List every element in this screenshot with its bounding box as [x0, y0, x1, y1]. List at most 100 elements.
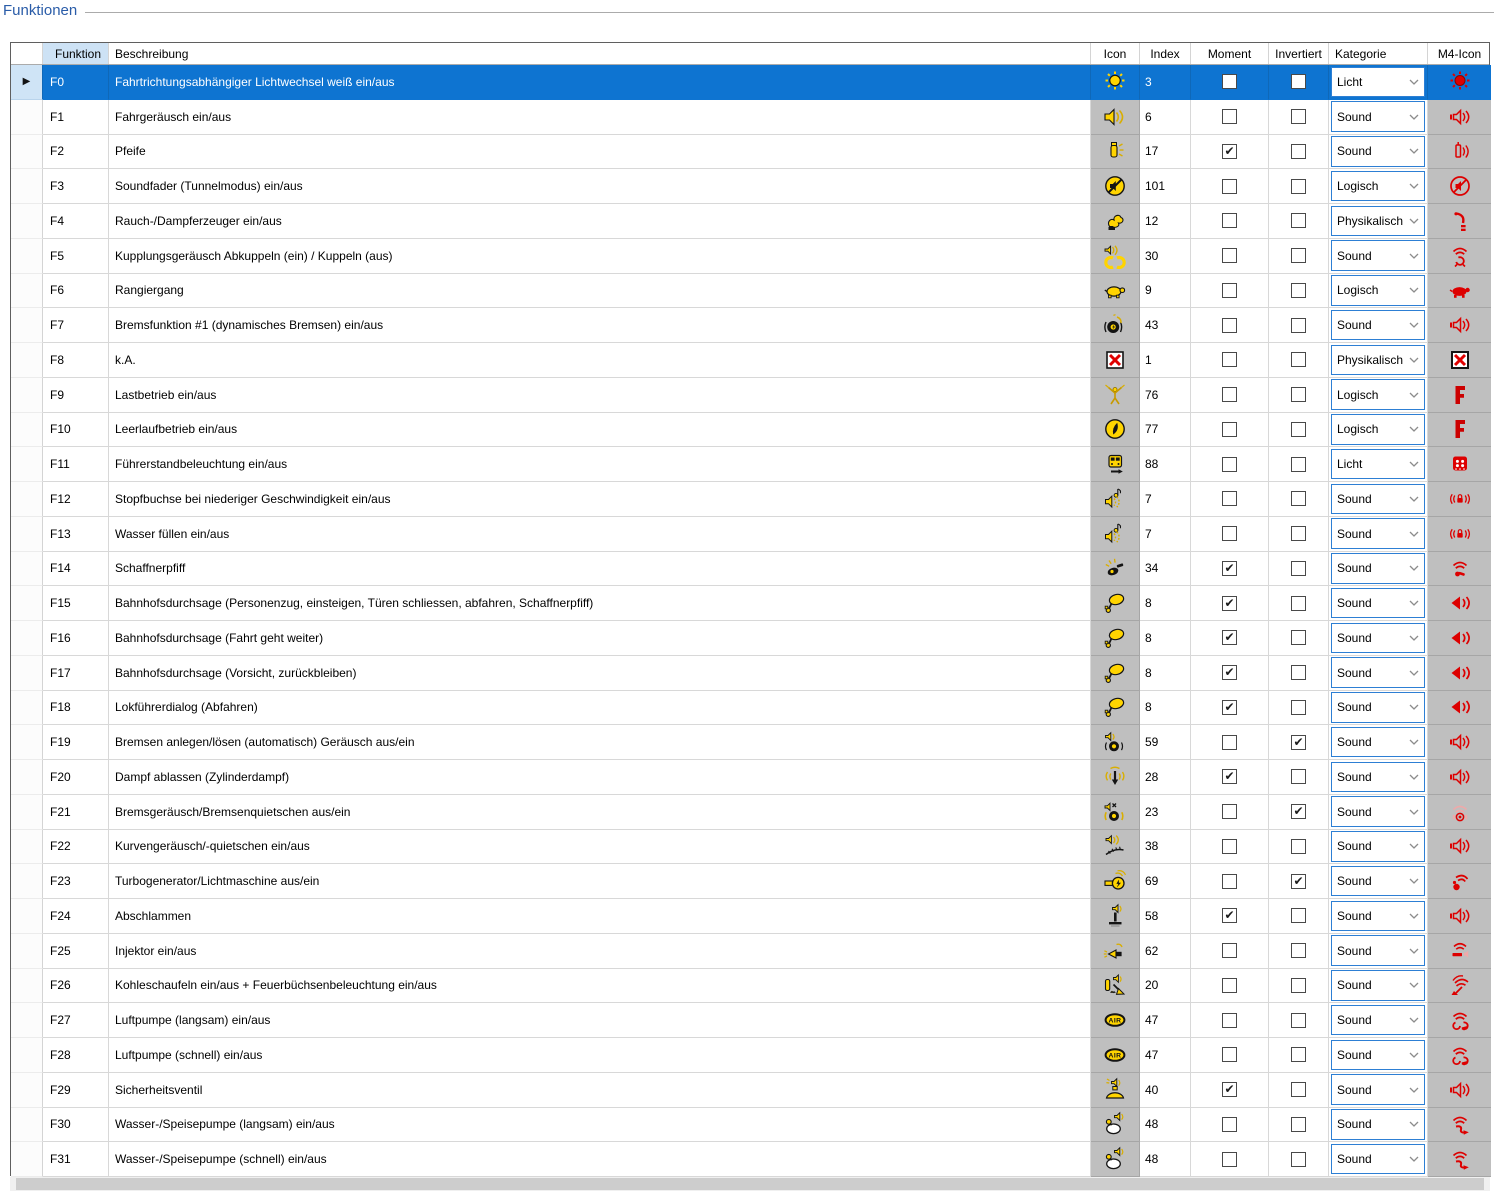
- funktion-cell[interactable]: F9: [43, 377, 109, 413]
- icon-cell[interactable]: [1091, 794, 1140, 830]
- column-header-m4-icon[interactable]: M4-Icon: [1428, 43, 1491, 64]
- kategorie-dropdown[interactable]: Logisch: [1331, 170, 1425, 202]
- row-selector[interactable]: [11, 1142, 43, 1177]
- kategorie-dropdown[interactable]: Sound: [1331, 935, 1425, 966]
- invertiert-checkbox[interactable]: [1291, 1012, 1306, 1028]
- row-selector[interactable]: [11, 482, 43, 517]
- m4-icon-cell[interactable]: [1428, 412, 1491, 448]
- icon-cell[interactable]: [1091, 343, 1140, 378]
- m4-icon-cell[interactable]: [1428, 899, 1491, 934]
- table-row[interactable]: F22 Kurvengeräusch/-quietschen ein/aus 3…: [11, 829, 1491, 865]
- moment-checkbox[interactable]: [1222, 248, 1237, 264]
- beschreibung-cell[interactable]: Rangiergang: [109, 273, 1091, 309]
- funktion-cell[interactable]: F0: [43, 65, 109, 100]
- index-cell[interactable]: 17: [1140, 134, 1191, 170]
- index-cell[interactable]: 62: [1140, 933, 1191, 969]
- row-selector[interactable]: [11, 586, 43, 621]
- index-cell[interactable]: 40: [1140, 1072, 1191, 1108]
- invertiert-checkbox[interactable]: [1291, 1151, 1306, 1167]
- row-selector[interactable]: [11, 169, 43, 204]
- funktion-cell[interactable]: F11: [43, 447, 109, 482]
- moment-checkbox[interactable]: [1222, 1116, 1237, 1132]
- funktion-cell[interactable]: F13: [43, 516, 109, 552]
- row-selector[interactable]: [11, 134, 43, 170]
- moment-checkbox[interactable]: [1222, 213, 1237, 229]
- corner-header-cell[interactable]: [11, 43, 43, 64]
- funktion-cell[interactable]: F21: [43, 794, 109, 830]
- icon-cell[interactable]: [1091, 1107, 1140, 1143]
- invertiert-checkbox[interactable]: [1291, 213, 1306, 229]
- row-selector[interactable]: [11, 1107, 43, 1143]
- m4-icon-cell[interactable]: [1428, 447, 1491, 482]
- m4-icon-cell[interactable]: [1428, 725, 1491, 760]
- moment-checkbox[interactable]: [1222, 1151, 1237, 1167]
- index-cell[interactable]: 3: [1140, 65, 1191, 100]
- funktion-cell[interactable]: F24: [43, 899, 109, 934]
- m4-icon-cell[interactable]: [1428, 690, 1491, 726]
- kategorie-dropdown[interactable]: Sound: [1331, 101, 1425, 132]
- table-row[interactable]: F27 Luftpumpe (langsam) ein/aus AIR 47 S…: [11, 1003, 1491, 1038]
- moment-checkbox[interactable]: [1222, 734, 1237, 750]
- table-row[interactable]: F28 Luftpumpe (schnell) ein/aus AIR 47 S…: [11, 1038, 1491, 1073]
- m4-icon-cell[interactable]: [1428, 238, 1491, 274]
- icon-cell[interactable]: [1091, 238, 1140, 274]
- beschreibung-cell[interactable]: Kupplungsgeräusch Abkuppeln (ein) / Kupp…: [109, 238, 1091, 274]
- index-cell[interactable]: 59: [1140, 725, 1191, 760]
- table-row[interactable]: F4 Rauch-/Dampferzeuger ein/aus 12 Physi…: [11, 204, 1491, 239]
- invertiert-checkbox[interactable]: [1291, 630, 1306, 646]
- table-row[interactable]: F26 Kohleschaufeln ein/aus + Feuerbüchse…: [11, 968, 1491, 1004]
- kategorie-dropdown[interactable]: Sound: [1331, 831, 1425, 862]
- invertiert-checkbox[interactable]: [1291, 699, 1306, 715]
- index-cell[interactable]: 7: [1140, 482, 1191, 517]
- moment-checkbox[interactable]: [1222, 74, 1237, 90]
- row-selector[interactable]: [11, 273, 43, 309]
- funktion-cell[interactable]: F5: [43, 238, 109, 274]
- kategorie-dropdown[interactable]: Sound: [1331, 692, 1425, 723]
- kategorie-dropdown[interactable]: Logisch: [1331, 275, 1425, 306]
- moment-checkbox[interactable]: [1222, 560, 1237, 576]
- moment-checkbox[interactable]: [1222, 178, 1237, 194]
- beschreibung-cell[interactable]: Injektor ein/aus: [109, 933, 1091, 969]
- kategorie-dropdown[interactable]: Sound: [1331, 483, 1425, 515]
- m4-icon-cell[interactable]: [1428, 586, 1491, 621]
- icon-cell[interactable]: [1091, 655, 1140, 691]
- icon-cell[interactable]: [1091, 829, 1140, 865]
- invertiert-checkbox[interactable]: [1291, 1047, 1306, 1063]
- table-row[interactable]: F30 Wasser-/Speisepumpe (langsam) ein/au…: [11, 1107, 1491, 1143]
- funktion-cell[interactable]: F26: [43, 968, 109, 1004]
- icon-cell[interactable]: [1091, 412, 1140, 448]
- row-selector[interactable]: [11, 238, 43, 274]
- beschreibung-cell[interactable]: Luftpumpe (langsam) ein/aus: [109, 1003, 1091, 1038]
- invertiert-checkbox[interactable]: [1291, 456, 1306, 472]
- table-row[interactable]: F15 Bahnhofsdurchsage (Personenzug, eins…: [11, 586, 1491, 621]
- horizontal-scrollbar[interactable]: [10, 1177, 1490, 1191]
- row-selector[interactable]: [11, 204, 43, 239]
- row-selector[interactable]: [11, 343, 43, 378]
- icon-cell[interactable]: [1091, 134, 1140, 170]
- funktion-cell[interactable]: F18: [43, 690, 109, 726]
- row-selector[interactable]: [11, 551, 43, 587]
- beschreibung-cell[interactable]: Abschlammen: [109, 899, 1091, 934]
- icon-cell[interactable]: [1091, 516, 1140, 552]
- index-cell[interactable]: 38: [1140, 829, 1191, 865]
- icon-cell[interactable]: [1091, 586, 1140, 621]
- table-row[interactable]: F1 Fahrgeräusch ein/aus 6 Sound: [11, 99, 1491, 135]
- table-row[interactable]: F7 Bremsfunktion #1 (dynamisches Bremsen…: [11, 308, 1491, 343]
- table-row[interactable]: ▶ F0 Fahrtrichtungsabhängiger Lichtwechs…: [11, 65, 1491, 100]
- icon-cell[interactable]: [1091, 968, 1140, 1004]
- invertiert-checkbox[interactable]: [1291, 387, 1306, 403]
- row-selector[interactable]: ▶: [11, 65, 43, 100]
- index-cell[interactable]: 34: [1140, 551, 1191, 587]
- kategorie-dropdown[interactable]: Licht: [1331, 66, 1425, 98]
- beschreibung-cell[interactable]: Bahnhofsdurchsage (Fahrt geht weiter): [109, 621, 1091, 656]
- index-cell[interactable]: 23: [1140, 794, 1191, 830]
- moment-checkbox[interactable]: [1222, 282, 1237, 298]
- funktion-cell[interactable]: F2: [43, 134, 109, 170]
- m4-icon-cell[interactable]: [1428, 655, 1491, 691]
- funktion-cell[interactable]: F25: [43, 933, 109, 969]
- invertiert-checkbox[interactable]: [1291, 248, 1306, 264]
- row-selector[interactable]: [11, 1072, 43, 1108]
- icon-cell[interactable]: [1091, 204, 1140, 239]
- column-header-funktion[interactable]: Funktion: [43, 43, 109, 64]
- row-selector[interactable]: [11, 829, 43, 865]
